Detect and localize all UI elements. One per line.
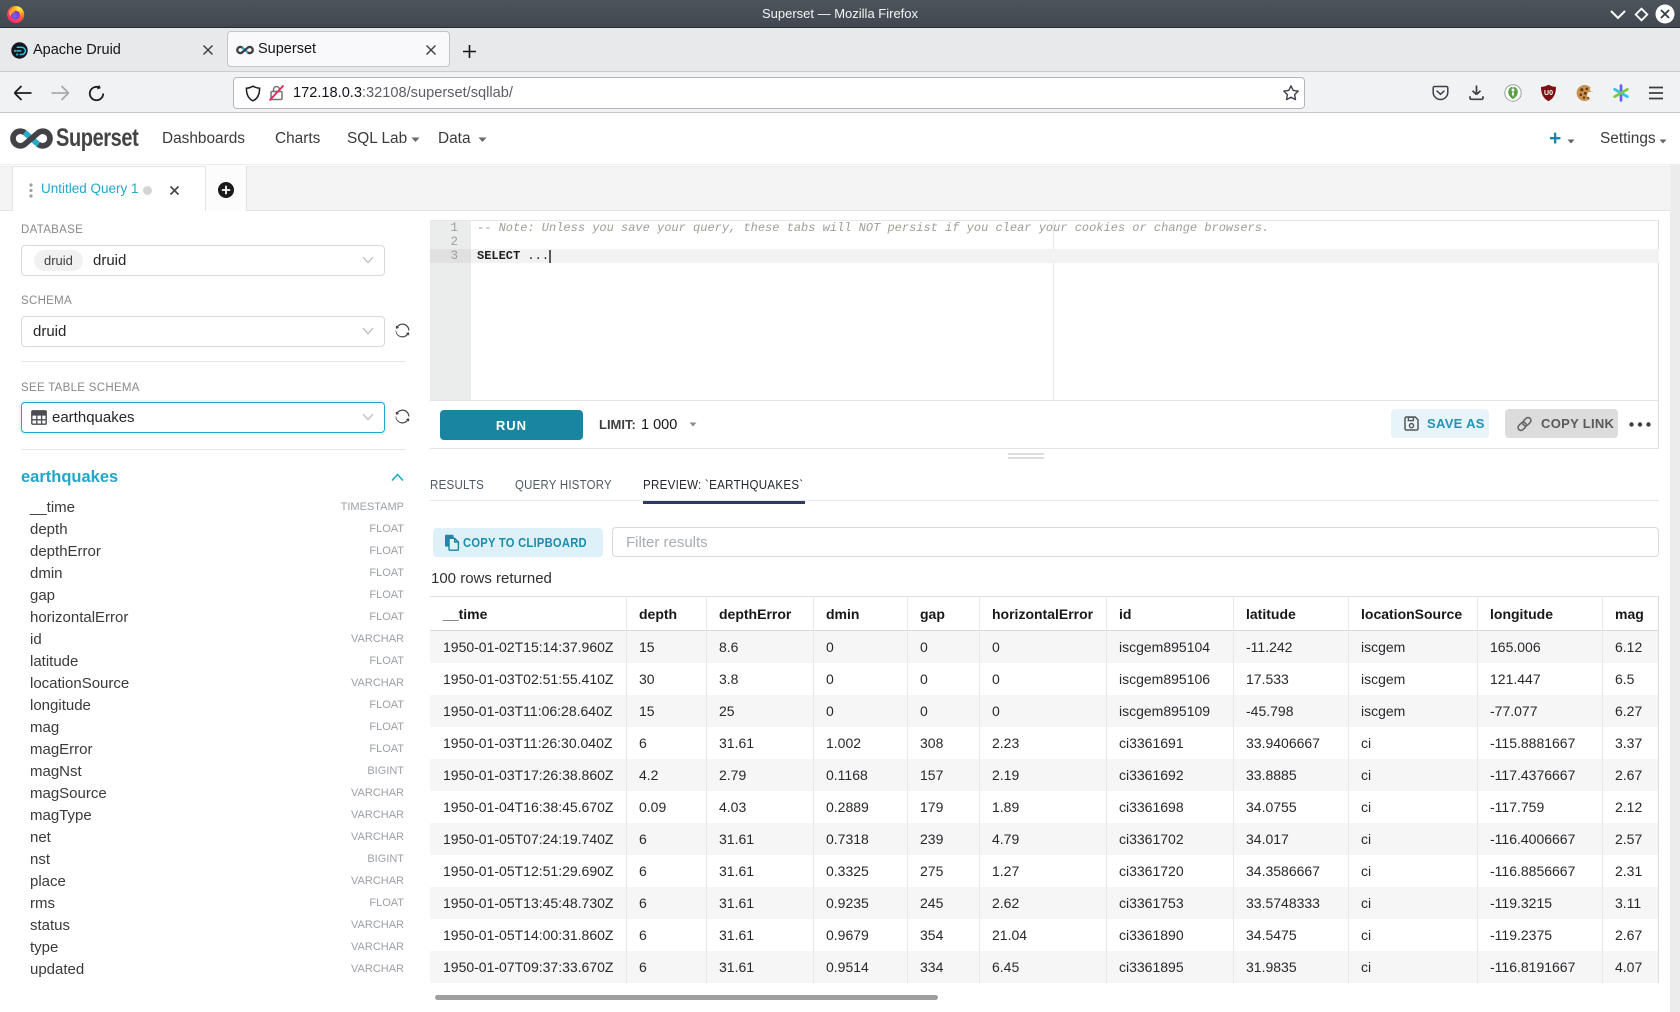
svg-text:U0: U0 [1544, 90, 1553, 97]
